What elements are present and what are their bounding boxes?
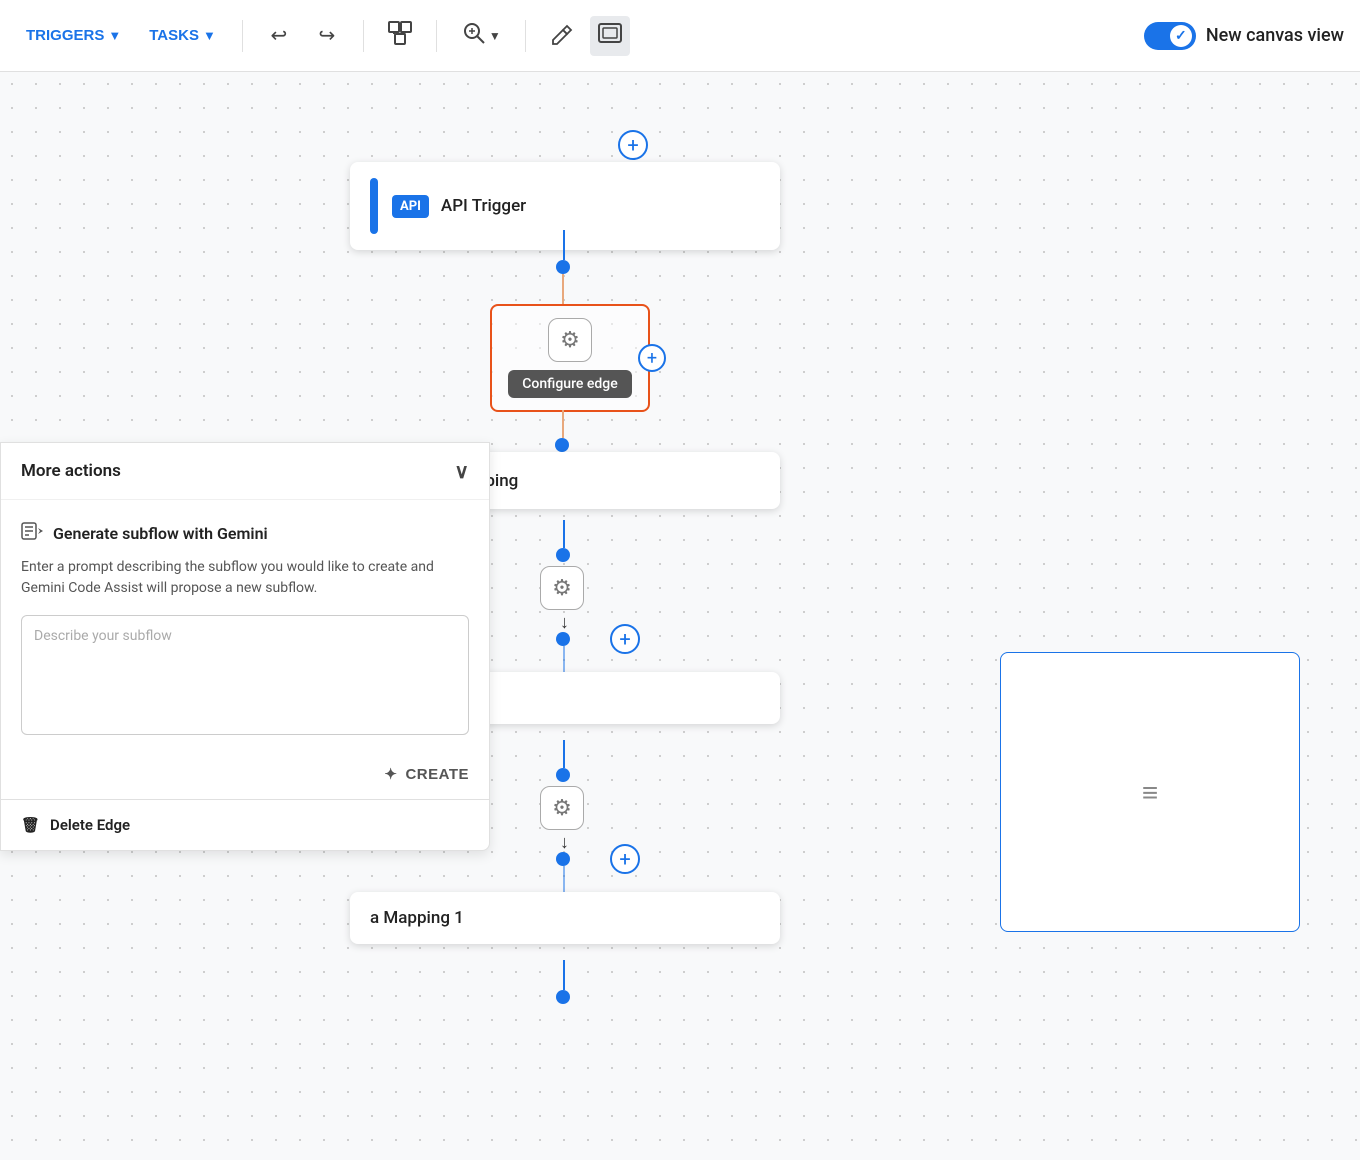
dot-6 [556,852,570,866]
toggle-check-icon: ✓ [1175,28,1187,44]
tasks-chevron-icon: ▼ [203,28,216,43]
gemini-section: Generate subflow with Gemini Enter a pro… [1,500,489,755]
gemini-icon [21,520,43,547]
triggers-button[interactable]: TRIGGERS ▼ [16,19,131,52]
gear-flow-1[interactable]: ⚙ [540,566,584,610]
add-icon-bot: + [619,847,630,871]
add-icon-top: + [627,133,638,157]
orange-line-2 [562,410,564,438]
toolbar-divider-2 [363,20,364,52]
create-btn-row: ✦ CREATE [1,755,489,799]
line-4 [563,740,565,768]
data-mapping-1-node[interactable]: a Mapping 1 [350,892,780,944]
more-actions-header: More actions ∨ [1,443,489,500]
more-actions-title: More actions [21,461,121,481]
api-trigger-node[interactable]: API API Trigger [350,162,780,250]
add-circle-mid[interactable]: + [610,624,640,654]
zoom-chevron-icon: ▼ [489,29,501,43]
api-icon-area: API [370,178,429,234]
gemini-title: Generate subflow with Gemini [53,524,268,543]
delete-icon: 🗑 [21,816,40,834]
edit-button[interactable] [542,16,582,56]
data-mapping-1-title: a Mapping 1 [370,908,464,928]
gear-flow-2[interactable]: ⚙ [540,786,584,830]
create-button[interactable]: ✦ CREATE [384,765,469,783]
line-5 [563,866,565,894]
toolbar-divider-4 [525,20,526,52]
dot-1 [556,260,570,274]
orange-line-1 [562,274,564,304]
toolbar-divider-1 [242,20,243,52]
dot-7 [556,990,570,1004]
chevron-down-icon[interactable]: ∨ [454,459,469,483]
canvas-view-icon [597,20,623,52]
mini-preview-box: ≡ [1000,652,1300,932]
redo-icon: ↪ [318,23,335,48]
subflow-textarea[interactable] [21,615,469,735]
arrow-down-2: ↓ [560,832,569,853]
new-canvas-toggle[interactable]: ✓ [1144,22,1196,50]
line-2 [563,520,565,548]
add-circle-right[interactable]: + [638,344,666,372]
dot-5 [556,768,570,782]
edit-icon [549,20,575,52]
undo-icon: ↩ [270,23,287,48]
add-circle-top[interactable]: + [618,130,648,160]
redo-button[interactable]: ↪ [307,16,347,56]
gemini-description: Enter a prompt describing the subflow yo… [21,557,469,599]
toolbar: TRIGGERS ▼ TASKS ▼ ↩ ↪ [0,0,1360,72]
canvas-area: + API API Trigger ⚙ Configure edge + ↞ D… [0,72,1360,1160]
triggers-label: TRIGGERS [26,27,104,44]
undo-button[interactable]: ↩ [259,16,299,56]
create-label: CREATE [405,766,469,783]
delete-edge-row[interactable]: 🗑 Delete Edge [1,799,489,850]
configure-edge-label: Configure edge [508,370,631,398]
new-canvas-toggle-area: ✓ New canvas view [1144,22,1344,50]
dot-2 [555,438,569,452]
toolbar-divider-3 [436,20,437,52]
dot-4 [556,632,570,646]
configure-edge-box[interactable]: ⚙ Configure edge + [490,304,650,412]
line-6 [563,960,565,990]
layout-icon [386,19,414,53]
zoom-button[interactable]: ▼ [453,14,509,58]
triggers-chevron-icon: ▼ [108,28,121,43]
canvas-view-button[interactable] [590,16,630,56]
create-icon: ✦ [384,765,397,783]
delete-edge-label: Delete Edge [50,816,130,834]
dot-3 [556,548,570,562]
tasks-button[interactable]: TASKS ▼ [139,19,226,52]
api-badge: API [392,195,429,218]
tasks-label: TASKS [149,27,199,44]
add-icon-right: + [647,348,657,369]
gear-icon-box: ⚙ [548,318,592,362]
api-trigger-title: API Trigger [441,196,526,216]
layout-button[interactable] [380,16,420,56]
gear-icon: ⚙ [560,328,580,353]
gemini-title-row: Generate subflow with Gemini [21,520,469,547]
add-icon-mid: + [619,627,630,651]
new-canvas-label: New canvas view [1206,25,1344,46]
line-1 [563,230,565,260]
arrow-down-1: ↓ [560,612,569,633]
list-icon: ≡ [1142,776,1158,809]
line-3 [563,646,565,674]
zoom-icon [461,20,487,52]
more-actions-panel: More actions ∨ Generate subflow with Gem… [0,442,490,851]
add-circle-bot[interactable]: + [610,844,640,874]
